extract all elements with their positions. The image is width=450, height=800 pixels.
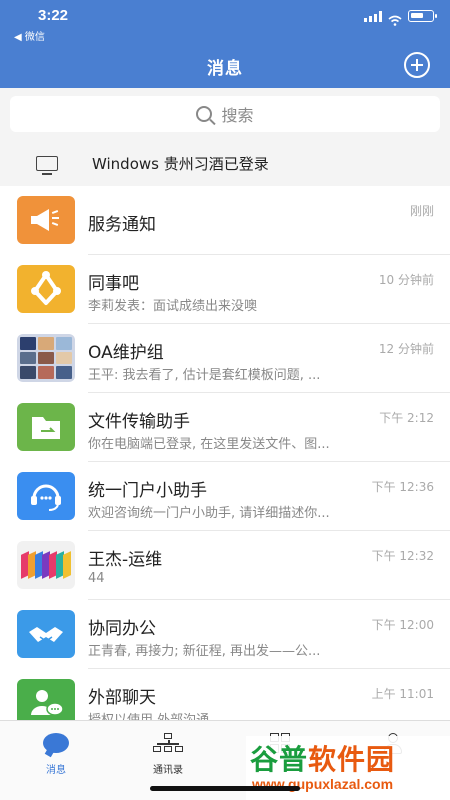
monitor-icon bbox=[36, 155, 58, 175]
watermark-logo-a: 谷普 bbox=[250, 743, 309, 776]
group-avatar bbox=[17, 334, 75, 382]
conversation-time: 刚刚 bbox=[409, 204, 434, 218]
conversation-item[interactable]: 王杰-运维 44 下午 12:32 bbox=[0, 531, 450, 600]
conversation-name: 外部聊天 bbox=[88, 688, 156, 708]
conversation-list: 服务通知 刚刚 同事吧 李莉发表：面试成绩出来没噢 10 分钟前 OA维护组 王… bbox=[0, 186, 450, 738]
org-chart-icon bbox=[153, 733, 183, 753]
message-bubble-icon bbox=[43, 733, 69, 753]
conversation-name: 协同办公 bbox=[88, 619, 156, 639]
stripes-avatar bbox=[17, 541, 75, 589]
conversation-item[interactable]: 协同办公 正青春, 再接力; 新征程, 再出发——公... 下午 12:00 bbox=[0, 600, 450, 669]
conversation-preview: 正青春, 再接力; 新征程, 再出发——公... bbox=[88, 644, 321, 659]
add-button[interactable] bbox=[404, 52, 430, 78]
conversation-time: 上午 11:01 bbox=[371, 687, 434, 701]
search-placeholder: 搜索 bbox=[221, 106, 254, 125]
status-time: 3:22 bbox=[38, 7, 69, 24]
watermark-logo-b: 软件园 bbox=[308, 743, 396, 776]
conversation-name: 文件传输助手 bbox=[88, 412, 190, 432]
wifi-icon bbox=[388, 11, 402, 26]
conversation-name: 服务通知 bbox=[88, 215, 156, 235]
search-area: 搜索 bbox=[0, 88, 450, 140]
status-icons bbox=[364, 10, 437, 26]
conversation-preview: 王平: 我去看了, 估计是套红模板问题, ... bbox=[88, 368, 321, 383]
search-input[interactable]: 搜索 bbox=[10, 96, 440, 132]
tab-label: 通讯录 bbox=[153, 765, 183, 776]
back-to-wechat[interactable]: ◀ 微信 bbox=[14, 28, 45, 43]
conversation-item[interactable]: 同事吧 李莉发表：面试成绩出来没噢 10 分钟前 bbox=[0, 255, 450, 324]
conversation-item[interactable]: 统一门户小助手 欢迎咨询统一门户小助手, 请详细描述你... 下午 12:36 bbox=[0, 462, 450, 531]
conversation-name: 同事吧 bbox=[88, 274, 139, 294]
signal-icon bbox=[364, 10, 382, 22]
login-notice-text: Windows 贵州习酒已登录 bbox=[92, 154, 269, 173]
headset-icon bbox=[17, 472, 75, 520]
desktop-login-notice[interactable]: Windows 贵州习酒已登录 bbox=[0, 140, 450, 186]
conversation-time: 下午 2:12 bbox=[379, 411, 434, 425]
megaphone-icon bbox=[17, 196, 75, 244]
conversation-time: 10 分钟前 bbox=[378, 273, 434, 287]
conversation-preview: 李莉发表：面试成绩出来没噢 bbox=[88, 299, 258, 314]
conversation-name: 王杰-运维 bbox=[88, 550, 163, 570]
tab-label: 消息 bbox=[46, 765, 66, 776]
conversation-item[interactable]: 服务通知 刚刚 bbox=[0, 186, 450, 255]
conversation-item[interactable]: 文件传输助手 你在电脑端已登录, 在这里发送文件、图... 下午 2:12 bbox=[0, 393, 450, 462]
conversation-preview: 44 bbox=[88, 571, 105, 586]
conversation-item[interactable]: OA维护组 王平: 我去看了, 估计是套红模板问题, ... 12 分钟前 bbox=[0, 324, 450, 393]
conversation-preview: 你在电脑端已登录, 在这里发送文件、图... bbox=[88, 437, 330, 452]
folder-icon bbox=[17, 403, 75, 451]
app-screen: 3:22 ◀ 微信 消息 搜索 Windows 贵州习酒已登录 服务通知 刚刚 bbox=[0, 0, 450, 800]
home-indicator bbox=[150, 786, 300, 791]
conversation-time: 下午 12:00 bbox=[371, 618, 434, 632]
conversation-time: 12 分钟前 bbox=[378, 342, 434, 356]
header-bar: 3:22 ◀ 微信 消息 bbox=[0, 0, 450, 88]
page-title: 消息 bbox=[207, 59, 243, 79]
tab-messages[interactable]: 消息 bbox=[16, 731, 96, 776]
battery-icon bbox=[408, 10, 437, 22]
conversation-preview: 欢迎咨询统一门户小助手, 请详细描述你... bbox=[88, 506, 330, 521]
tab-contacts[interactable]: 通讯录 bbox=[128, 731, 208, 776]
conversation-time: 下午 12:36 bbox=[371, 480, 434, 494]
conversation-name: 统一门户小助手 bbox=[88, 481, 207, 501]
conversation-time: 下午 12:32 bbox=[371, 549, 434, 563]
conversation-name: OA维护组 bbox=[88, 343, 164, 363]
handshake-icon bbox=[17, 610, 75, 658]
share-icon bbox=[17, 265, 75, 313]
search-icon bbox=[196, 106, 213, 122]
